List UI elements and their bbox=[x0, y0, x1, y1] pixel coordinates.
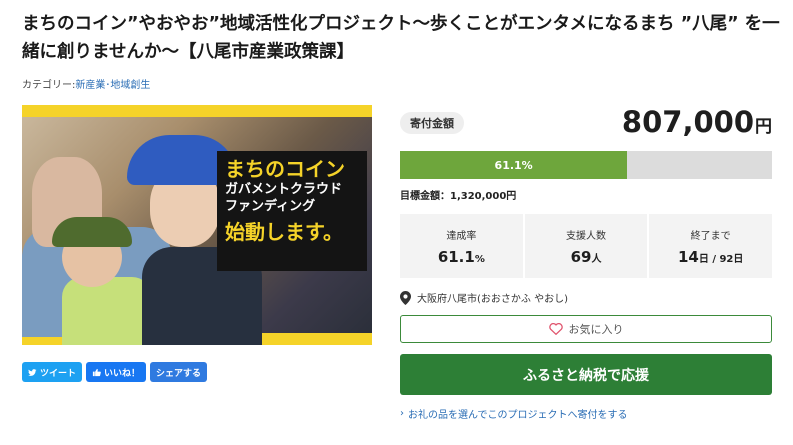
category-link[interactable]: 新産業･地域創生 bbox=[75, 80, 150, 91]
tweet-button[interactable]: ツイート bbox=[22, 362, 83, 382]
progress-fill: 61.1% bbox=[400, 151, 628, 179]
support-button[interactable]: ふるさと納税で応援 bbox=[400, 354, 772, 395]
stat-label: 達成率 bbox=[446, 230, 477, 242]
category-label: カテゴリー: bbox=[22, 80, 76, 91]
thumbs-up-icon bbox=[92, 368, 101, 376]
favorite-button[interactable]: お気に入り bbox=[400, 315, 772, 343]
hero-line2: ガバメントクラウド bbox=[225, 182, 343, 197]
stat-value: 69人 bbox=[570, 247, 602, 266]
stats-panel: 達成率 61.1% 支援人数 69人 終了まで 14日 / 92日 bbox=[400, 214, 773, 278]
target-amount: 目標金額：1,320,000円 bbox=[400, 191, 517, 202]
hero-banner: まちのコイン ガバメントクラウド ファンディング 始動します。 bbox=[217, 151, 367, 271]
hero-line3: ファンディング bbox=[225, 199, 316, 214]
hero-image: まちのコイン ガバメントクラウド ファンディング 始動します。 bbox=[22, 105, 372, 345]
tweet-label: ツイート bbox=[40, 368, 77, 379]
heart-icon bbox=[548, 323, 563, 335]
hero-line1: まちのコイン bbox=[225, 157, 345, 181]
stat-label: 終了まで bbox=[690, 230, 731, 242]
location-line: 大阪府八尾市(おおさかふ やおし) bbox=[400, 290, 772, 305]
gift-link[interactable]: › お礼の品を選んでこのプロジェクトへ寄付をする bbox=[400, 406, 772, 421]
stat-achievement: 達成率 61.1% bbox=[400, 214, 523, 278]
amount-unit: 円 bbox=[755, 117, 772, 137]
location-text: 大阪府八尾市(おおさかふ やおし) bbox=[417, 294, 568, 305]
gift-link-text: お礼の品を選んでこのプロジェクトへ寄付をする bbox=[408, 410, 628, 421]
donation-amount: 807,000円 bbox=[622, 105, 772, 139]
funding-panel: 寄付金額 807,000円 61.1% 目標金額：1,320,000円 達成率 … bbox=[400, 105, 773, 421]
donation-badge: 寄付金額 bbox=[400, 112, 464, 134]
project-title: まちのコイン”やおやお”地域活性化プロジェクト〜歩くことがエンタメになるまち ”… bbox=[22, 14, 780, 62]
hero-line4: 始動します。 bbox=[225, 220, 343, 244]
progress-bar: 61.1% bbox=[400, 151, 772, 179]
amount-row: 寄付金額 807,000円 bbox=[400, 105, 772, 145]
like-button[interactable]: いいね！ bbox=[86, 362, 147, 382]
twitter-bird-icon bbox=[28, 368, 37, 376]
share-buttons: ツイート いいね！ シェアする bbox=[22, 362, 208, 382]
amount-value: 807,000 bbox=[621, 105, 754, 139]
category-line: カテゴリー:新産業･地域創生 bbox=[22, 76, 150, 91]
stat-value: 14日 / 92日 bbox=[677, 247, 744, 266]
share-button[interactable]: シェアする bbox=[150, 362, 208, 382]
chevron-right-icon: › bbox=[400, 408, 404, 419]
share-label: シェアする bbox=[156, 368, 202, 379]
stat-value: 61.1% bbox=[437, 247, 485, 266]
progress-label: 61.1% bbox=[494, 158, 533, 172]
map-pin-icon bbox=[400, 290, 411, 305]
like-label: いいね！ bbox=[104, 368, 141, 379]
favorite-label: お気に入り bbox=[568, 323, 624, 336]
stat-remaining: 終了まで 14日 / 92日 bbox=[649, 214, 773, 278]
stat-label: 支援人数 bbox=[566, 230, 606, 242]
stat-supporters: 支援人数 69人 bbox=[524, 214, 648, 278]
